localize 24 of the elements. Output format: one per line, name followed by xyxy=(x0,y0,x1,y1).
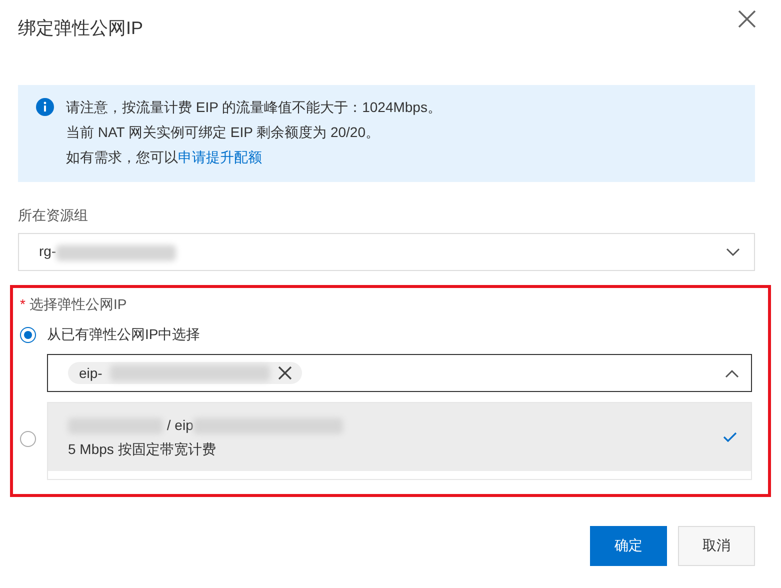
field-label: 选择弹性公网IP xyxy=(29,296,127,314)
eip-separator: / eip xyxy=(166,417,194,433)
remove-icon[interactable] xyxy=(278,366,292,380)
billing-text: 5 Mbps 按固定带宽计费 xyxy=(68,440,217,459)
radio-button[interactable] xyxy=(20,431,36,447)
info-icon xyxy=(36,98,54,116)
tag-text: eip- xyxy=(79,365,102,381)
notice-text: 如有需求，您可以申请提升配额 xyxy=(66,148,263,167)
close-icon[interactable] xyxy=(738,10,756,28)
radio-button[interactable] xyxy=(20,327,36,343)
quota-link[interactable]: 申请提升配额 xyxy=(178,149,262,165)
check-icon xyxy=(723,432,737,442)
field-label: 所在资源组 xyxy=(18,207,89,225)
confirm-button[interactable]: 确定 xyxy=(590,526,667,566)
notice-text: 请注意，按流量计费 EIP 的流量峰值不能大于：1024Mbps。 xyxy=(66,98,442,117)
cancel-button[interactable]: 取消 xyxy=(678,526,755,566)
notice-text: 当前 NAT 网关实例可绑定 EIP 剩余额度为 20/20。 xyxy=(66,123,381,142)
menu-item[interactable]: / eip 5 Mbps 按固定带宽计费 xyxy=(48,403,751,471)
chevron-down-icon xyxy=(726,248,740,256)
dialog-title: 绑定弹性公网IP xyxy=(18,17,144,40)
eip-select[interactable]: eip- xyxy=(47,354,752,392)
resource-group-select[interactable]: rg- xyxy=(18,233,755,271)
required-mark: * xyxy=(20,296,26,314)
radio-label: 从已有弹性公网IP中选择 xyxy=(47,326,202,344)
